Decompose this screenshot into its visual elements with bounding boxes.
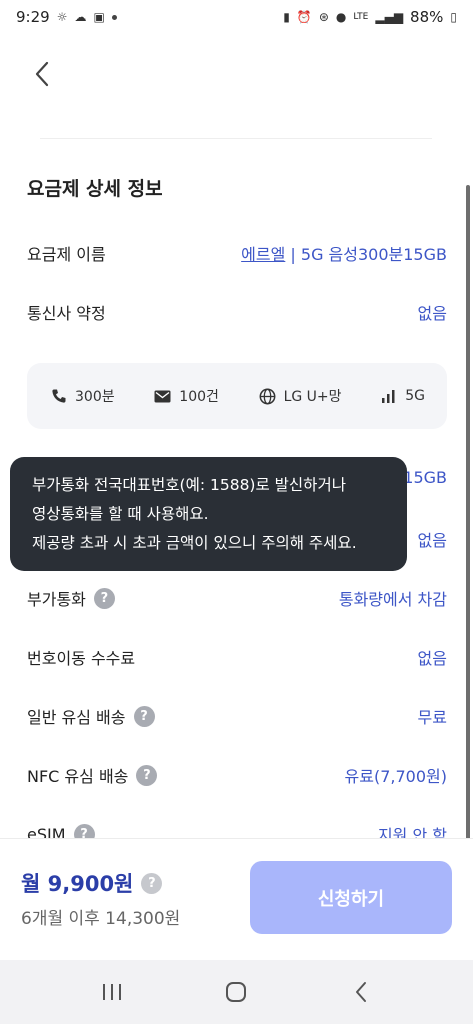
- help-icon[interactable]: ?: [141, 872, 163, 894]
- back-button[interactable]: [26, 56, 58, 92]
- location-icon: ●: [335, 10, 347, 24]
- home-icon: [226, 982, 247, 1002]
- recent-apps-icon: [103, 984, 122, 1000]
- home-button[interactable]: [216, 972, 256, 1012]
- port-fee-value: 없음: [417, 649, 447, 668]
- usim-delivery-label: 일반 유심 배송: [27, 708, 126, 727]
- port-fee-row: 번호이동 수수료 없음: [27, 645, 447, 669]
- spec-network: LG U+망: [259, 386, 342, 406]
- spec-voice-label: 300분: [75, 389, 115, 405]
- tooltip-line-1: 부가통화 전국대표번호(예: 1588)로 발신하거나: [32, 476, 346, 494]
- signal-strength-icon: ▂▄▆: [375, 10, 404, 24]
- monthly-price: 월 9,900원 ?: [21, 868, 163, 898]
- alarm-icon: ⏰: [296, 10, 312, 24]
- monthly-price-value: 월 9,900원: [21, 872, 134, 896]
- signal-icon: [382, 390, 395, 403]
- bluetooth-icon: ⊛: [318, 10, 329, 24]
- spec-generation-label: 5G: [405, 388, 425, 404]
- battery-icon: ▯: [450, 10, 457, 24]
- plan-name-value: 에르엘 | 5G 음성300분15GB: [241, 241, 447, 265]
- spec-network-label: LG U+망: [283, 389, 342, 405]
- extra-call-value: 통화량에서 차감: [338, 590, 447, 609]
- back-icon: [355, 982, 366, 1002]
- contract-value: 없음: [417, 304, 447, 323]
- plan-name-row: 요금제 이름 에르엘 | 5G 음성300분15GB: [27, 241, 447, 265]
- status-bar: 9:29 ☼ ☁ ▣ ▮ ⏰ ⊛ ● LTE ▂▄▆ 88% ▯: [0, 0, 473, 34]
- spec-generation: 5G: [381, 388, 425, 404]
- system-back-button[interactable]: [341, 972, 381, 1012]
- cloud-icon: ☁: [74, 10, 87, 24]
- phone-icon: [52, 389, 66, 403]
- image-icon: ▣: [93, 10, 105, 24]
- recent-apps-button[interactable]: [92, 972, 132, 1012]
- globe-icon: [259, 388, 276, 404]
- tooltip-line-2: 영상통화를 할 때 사용해요.: [32, 505, 209, 523]
- contract-row: 통신사 약정 없음: [27, 300, 447, 324]
- nfc-usim-row: NFC 유심 배송 ? 유료(7,700원): [27, 763, 447, 787]
- tooltip-line-3: 제공량 초과 시 초과 금액이 있으니 주의해 주세요.: [32, 534, 357, 552]
- spec-sms-label: 100건: [179, 389, 219, 405]
- battery-level: 88%: [410, 8, 444, 26]
- plan-name-label: 요금제 이름: [27, 245, 106, 264]
- system-nav-bar: [0, 960, 473, 1024]
- extra-call-label: 부가통화: [27, 590, 86, 609]
- help-icon[interactable]: ?: [136, 764, 158, 786]
- usim-delivery-value: 무료: [417, 708, 447, 727]
- carrier-link[interactable]: 에르엘: [241, 245, 285, 264]
- spec-voice: 300분: [51, 386, 115, 406]
- plan-name-text: | 5G 음성300분15GB: [285, 245, 447, 264]
- price-after-promo: 6개월 이후 14,300원: [21, 909, 181, 929]
- help-tooltip: 부가통화 전국대표번호(예: 1588)로 발신하거나 영상통화를 할 때 사용…: [10, 457, 407, 571]
- contract-label: 통신사 약정: [27, 304, 106, 323]
- mail-icon: [154, 390, 171, 402]
- usim-delivery-row: 일반 유심 배송 ? 무료: [27, 704, 447, 728]
- spec-sms: 100건: [154, 386, 219, 406]
- status-time: 9:29: [16, 8, 50, 26]
- port-fee-label: 번호이동 수수료: [27, 649, 136, 668]
- section-title: 요금제 상세 정보: [27, 178, 163, 200]
- scrollbar[interactable]: [466, 185, 470, 935]
- divider: [40, 138, 432, 139]
- app-notification-icon: ☼: [56, 10, 68, 24]
- data-value: 15GB: [403, 468, 447, 487]
- lte-label: LTE: [353, 12, 369, 22]
- plan-spec-card: 300분 100건 LG U+망 5G: [27, 363, 447, 429]
- chevron-left-icon: [35, 61, 49, 87]
- extra-call-row: 부가통화 ? 통화량에서 차감: [27, 586, 447, 610]
- battery-saver-icon: ▮: [283, 10, 290, 24]
- help-icon[interactable]: ?: [93, 587, 115, 609]
- apply-button[interactable]: 신청하기: [250, 861, 452, 934]
- nfc-usim-value: 유료(7,700원): [344, 767, 447, 786]
- help-icon[interactable]: ?: [133, 705, 155, 727]
- sms-value: 없음: [417, 531, 447, 550]
- more-notifications-icon: [111, 14, 117, 20]
- nfc-usim-label: NFC 유심 배송: [27, 767, 129, 786]
